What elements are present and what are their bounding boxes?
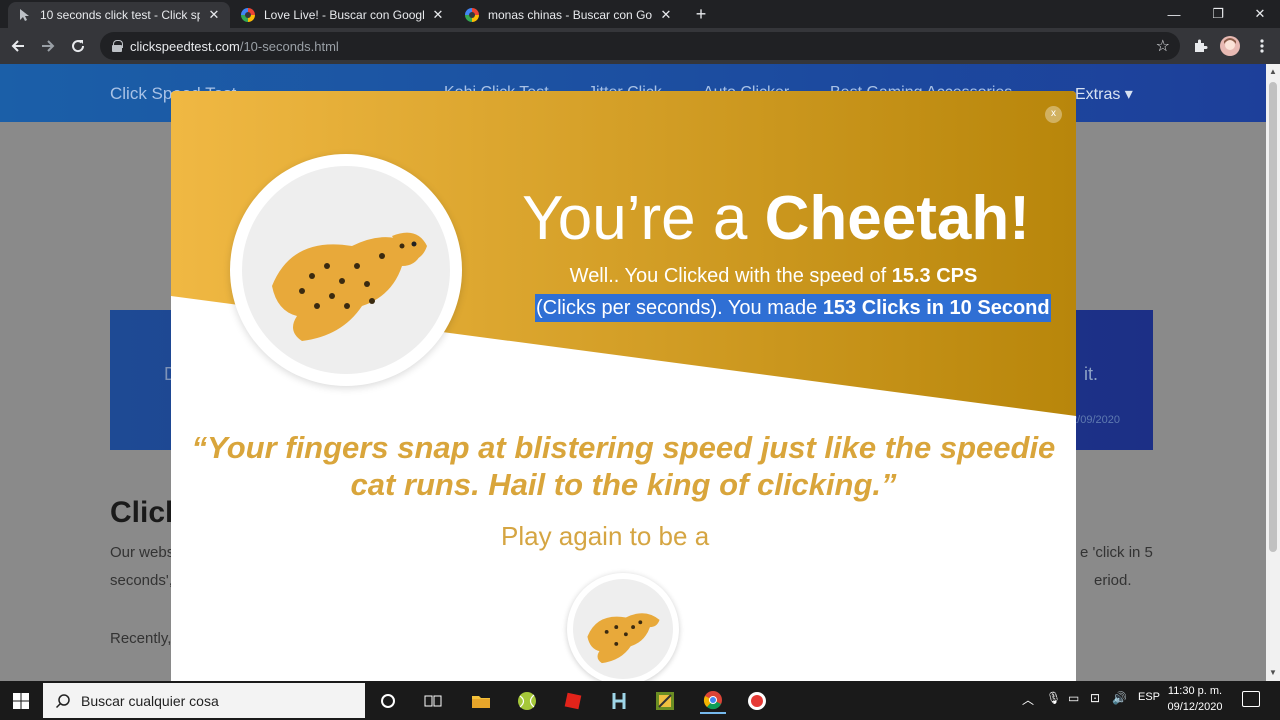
tab-title: Love Live! - Buscar con Google — [264, 8, 424, 22]
cortana-icon[interactable] — [375, 688, 401, 714]
result-speed-line: Well.. You Clicked with the speed of 15.… — [569, 265, 978, 287]
scrollbar-thumb[interactable] — [1269, 82, 1277, 552]
result-clicks-line: (Clicks per seconds). You made 153 Click… — [535, 294, 1051, 322]
close-window-button[interactable]: ✕ — [1238, 0, 1280, 28]
system-clock[interactable]: 11:30 p. m. 09/12/2020 — [1160, 683, 1230, 715]
windows-start-button[interactable] — [0, 681, 42, 720]
paragraph-line: e 'click in 5 — [1080, 544, 1153, 561]
close-tab-icon[interactable]: ✕ — [430, 7, 446, 23]
new-tab-button[interactable]: + — [690, 4, 712, 26]
cheetah-icon — [272, 232, 427, 341]
result-headline: You’re a Cheetah! — [522, 184, 1030, 253]
lock-icon — [112, 40, 123, 52]
back-button[interactable] — [6, 34, 30, 58]
address-bar[interactable]: clickspeedtest.com/10-seconds.html ☆ — [100, 32, 1180, 60]
forward-button[interactable] — [36, 34, 60, 58]
volume-icon[interactable]: 🔊 — [1112, 691, 1127, 705]
app-h-icon[interactable] — [606, 688, 632, 714]
play-again-text: Play again to be a — [501, 521, 710, 551]
scroll-up-icon[interactable]: ▲ — [1269, 67, 1277, 76]
cheetah-badge — [230, 154, 462, 386]
url-path: /10-seconds.html — [239, 38, 339, 54]
browser-toolbar: clickspeedtest.com/10-seconds.html ☆ — [0, 28, 1280, 64]
notification-center-icon[interactable] — [1242, 691, 1260, 707]
close-tab-icon[interactable]: ✕ — [206, 7, 222, 23]
url-domain: clickspeedtest.com — [130, 38, 240, 54]
paragraph-line: Our webs — [110, 544, 175, 561]
google-favicon-icon — [240, 7, 256, 23]
paragraph-line: eriod. — [1094, 572, 1132, 589]
windows-taskbar: Buscar cualquier cosa ︿ 🎙 ▭ ⊡ 🔊 ESP 11:3… — [0, 681, 1280, 720]
tab-click-test[interactable]: 10 seconds click test - Click spee ✕ — [8, 2, 230, 28]
roblox-icon[interactable] — [560, 688, 586, 714]
menu-icon[interactable] — [1250, 34, 1274, 58]
banner-date: 2/09/2020 — [1071, 414, 1120, 426]
result-modal: x You’re a Cheetah! Well.. You Clicked w… — [171, 91, 1076, 681]
network-icon[interactable]: ⊡ — [1090, 691, 1100, 705]
small-cheetah-badge[interactable] — [567, 573, 679, 681]
bookmark-star-icon[interactable]: ☆ — [1156, 36, 1170, 56]
clock-date: 09/12/2020 — [1167, 701, 1223, 713]
nav-extras-dropdown[interactable]: Extras ▾ — [1075, 84, 1133, 104]
tab-love-live[interactable]: Love Live! - Buscar con Google ✕ — [232, 2, 454, 28]
web-page: Click Speed Test Kohi Click Test Jitter … — [0, 64, 1266, 681]
tab-title: 10 seconds click test - Click spee — [40, 8, 200, 22]
minimize-button[interactable]: — — [1152, 0, 1196, 28]
extensions-icon[interactable] — [1188, 34, 1212, 58]
reload-button[interactable] — [66, 34, 90, 58]
paragraph-line: Recently, — [110, 630, 172, 647]
result-quote: “Your fingers snap at blistering speed j… — [191, 430, 1056, 502]
cheetah-icon — [587, 613, 660, 664]
task-view-icon[interactable] — [420, 688, 446, 714]
profile-avatar[interactable] — [1218, 34, 1242, 58]
tab-monas-chinas[interactable]: monas chinas - Buscar con Goog ✕ — [456, 2, 682, 28]
close-modal-button[interactable]: x — [1045, 106, 1062, 123]
cursor-favicon-icon — [16, 7, 32, 23]
close-tab-icon[interactable]: ✕ — [658, 7, 674, 23]
page-scrollbar[interactable]: ▲ ▼ — [1266, 64, 1280, 681]
restore-button[interactable]: ❐ — [1196, 0, 1240, 28]
chrome-taskbar-icon[interactable] — [700, 688, 726, 714]
search-placeholder: Buscar cualquier cosa — [81, 692, 219, 709]
minecraft-icon[interactable] — [652, 688, 678, 714]
paragraph-line: seconds', — [110, 572, 173, 589]
record-app-icon[interactable] — [744, 688, 770, 714]
taskbar-search-box[interactable]: Buscar cualquier cosa — [43, 683, 365, 718]
tray-chevron-icon[interactable]: ︿ — [1022, 691, 1034, 708]
microphone-icon[interactable]: 🎙 — [1046, 691, 1061, 705]
search-icon — [55, 693, 70, 708]
file-explorer-icon[interactable] — [468, 688, 494, 714]
tab-title: monas chinas - Buscar con Goog — [488, 8, 652, 22]
google-favicon-icon — [464, 7, 480, 23]
browser-tab-strip: 10 seconds click test - Click spee ✕ Lov… — [0, 0, 1280, 28]
scroll-down-icon[interactable]: ▼ — [1269, 668, 1277, 677]
clock-time: 11:30 p. m. — [1167, 685, 1223, 697]
tennis-ball-app-icon[interactable] — [514, 688, 540, 714]
language-indicator[interactable]: ESP — [1138, 691, 1160, 703]
battery-icon[interactable]: ▭ — [1068, 691, 1079, 705]
banner-right-text: it. — [1083, 364, 1098, 384]
